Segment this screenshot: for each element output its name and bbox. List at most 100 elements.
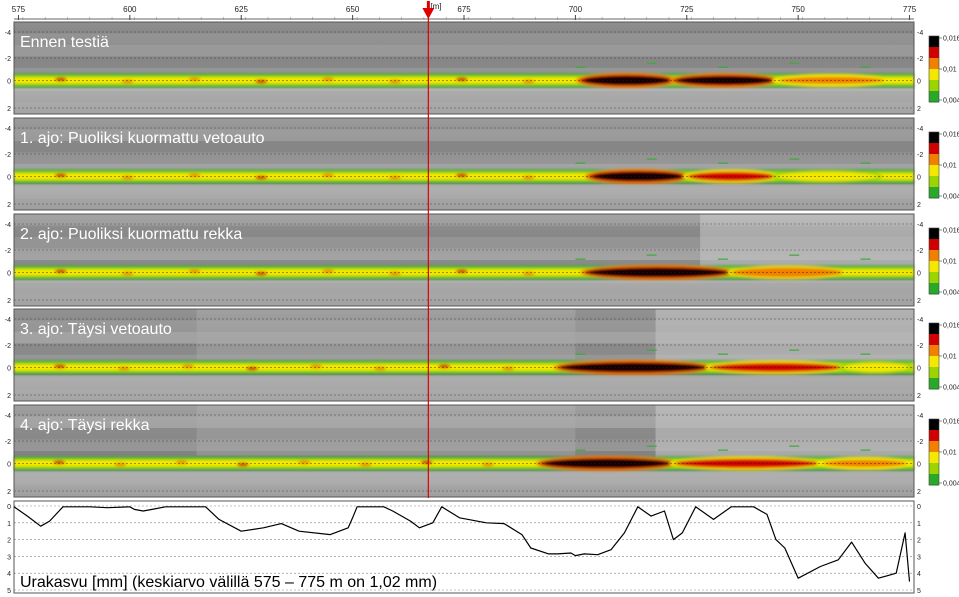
x-tick-label-625: 625 <box>235 5 249 14</box>
y-tick-right-2: 2 <box>917 202 921 209</box>
y-tick-left--4: -4 <box>5 317 11 324</box>
panel-title: 2. ajo: Puoliksi kuormattu rekka <box>20 226 242 243</box>
heatmap-panel-2: -4 -4 -2 -2 0 0 2 2 1. ajo: Puoliksi kuormattu v… <box>5 117 959 211</box>
y-tick-right-2: 2 <box>917 106 921 113</box>
x-tick-label-650: 650 <box>346 5 360 14</box>
profile-y-tick-left-4: 4 <box>7 571 11 578</box>
colorbar-tick-0,01: 0,01 <box>943 450 957 457</box>
colorbar-segment <box>929 91 939 103</box>
y-tick-left-0: 0 <box>7 270 11 277</box>
profile-y-tick-left-5: 5 <box>7 588 11 595</box>
profile-y-tick-left-0: 0 <box>7 504 11 511</box>
heat-spot <box>522 175 535 180</box>
green-fleck <box>646 445 657 447</box>
y-tick-right--4: -4 <box>917 317 923 324</box>
rut-depth-profile: 0 0 1 1 2 2 3 3 4 4 5 5 Urakasvu [mm] (keskiarvo väl… <box>7 500 921 595</box>
colorbar-segment <box>929 47 939 59</box>
green-fleck <box>575 449 586 451</box>
y-tick-right--2: -2 <box>917 152 923 159</box>
x-tick-label-675: 675 <box>457 5 471 14</box>
green-fleck <box>860 449 871 451</box>
x-tick-label-775: 775 <box>903 5 917 14</box>
heat-region-core <box>591 171 684 181</box>
colorbar-segment <box>929 441 939 453</box>
colorbar-segment <box>929 463 939 475</box>
profile-y-tick-left-3: 3 <box>7 554 11 561</box>
y-tick-left--4: -4 <box>5 413 11 420</box>
green-fleck <box>860 162 871 164</box>
colorbar-segment <box>929 323 939 335</box>
marker-arrow-shaft <box>426 1 430 9</box>
colorbar-segment <box>929 143 939 155</box>
panel-title: Ennen testiä <box>20 34 109 51</box>
x-tick-label-600: 600 <box>123 5 137 14</box>
y-tick-right-0: 0 <box>917 365 921 372</box>
green-fleck <box>789 254 800 256</box>
colorbar-segment <box>929 80 939 92</box>
y-tick-right--2: -2 <box>917 343 923 350</box>
heat-spot <box>455 269 468 274</box>
profile-y-tick-right-0: 0 <box>917 504 921 511</box>
heat-spot <box>359 462 372 467</box>
colorbar-segment <box>929 334 939 346</box>
green-fleck <box>717 66 728 68</box>
y-tick-right-2: 2 <box>917 489 921 496</box>
heat-spot <box>522 271 535 276</box>
colorbar-segment <box>929 36 939 48</box>
colorbar-segment <box>929 419 939 431</box>
y-tick-left-2: 2 <box>7 393 11 400</box>
green-fleck <box>789 158 800 160</box>
colorbar-tick-0,01: 0,01 <box>943 259 957 266</box>
green-fleck <box>789 62 800 64</box>
chart-canvas: 575 600 625 650 675 700 725 750 775[m] -4 -4-2 -20… <box>5 1 959 595</box>
profile-title: Urakasvu [mm] (keskiarvo välillä 575 – 7… <box>20 574 437 591</box>
profile-y-tick-right-2: 2 <box>917 538 921 545</box>
colorbar-segment <box>929 239 939 251</box>
heat-spot <box>502 366 515 371</box>
panel-title: 3. ajo: Täysi vetoauto <box>20 321 172 338</box>
colorbar-segment <box>929 452 939 464</box>
y-tick-left-0: 0 <box>7 461 11 468</box>
y-tick-right--4: -4 <box>917 126 923 133</box>
colorbar-tick-0,004: 0,004 <box>943 385 959 392</box>
y-tick-left--2: -2 <box>5 248 11 255</box>
green-fleck <box>789 349 800 351</box>
x-tick-label-750: 750 <box>791 5 805 14</box>
colorbar-segment <box>929 154 939 166</box>
colorbar-segment <box>929 283 939 295</box>
colorbar-segment <box>929 378 939 390</box>
x-tick-label-725: 725 <box>680 5 694 14</box>
y-tick-left-2: 2 <box>7 202 11 209</box>
colorbar-segment <box>929 367 939 379</box>
top-x-axis: 575 600 625 650 675 700 725 750 775[m] <box>12 2 917 20</box>
y-tick-right--2: -2 <box>917 439 923 446</box>
heat-spot <box>175 460 188 465</box>
colorbar-segment <box>929 58 939 70</box>
colorbar-segment <box>929 132 939 144</box>
y-tick-left-0: 0 <box>7 174 11 181</box>
green-fleck <box>575 353 586 355</box>
heatmap-panel-3: -4 -4 -2 -2 0 0 2 2 2. ajo: Puoliksi kuormattu r… <box>5 213 959 307</box>
y-tick-right--4: -4 <box>917 30 923 37</box>
heat-spot <box>455 173 468 178</box>
colorbar-tick-0,01: 0,01 <box>943 67 957 74</box>
green-fleck <box>575 162 586 164</box>
y-tick-right-0: 0 <box>917 78 921 85</box>
colorbar-tick-0,01: 0,01 <box>943 163 957 170</box>
heat-spot <box>54 77 67 82</box>
colorbar-tick-0,016: 0,016 <box>943 36 959 43</box>
x-tick-label-575: 575 <box>12 5 26 14</box>
colorbar-tick-0,016: 0,016 <box>943 419 959 426</box>
green-fleck <box>717 162 728 164</box>
colorbar-segment <box>929 356 939 368</box>
green-fleck <box>717 258 728 260</box>
heatmap-panel-5: -4 -4 -2 -2 0 0 2 2 4. ajo: Täysi rekka 0,016 0,01… <box>5 404 959 498</box>
heat-spot <box>54 269 67 274</box>
colorbar-tick-0,004: 0,004 <box>943 194 959 201</box>
y-tick-right-0: 0 <box>917 174 921 181</box>
y-tick-left--4: -4 <box>5 222 11 229</box>
green-fleck <box>575 66 586 68</box>
y-tick-left-2: 2 <box>7 106 11 113</box>
colorbar-segment <box>929 261 939 273</box>
green-fleck <box>646 158 657 160</box>
